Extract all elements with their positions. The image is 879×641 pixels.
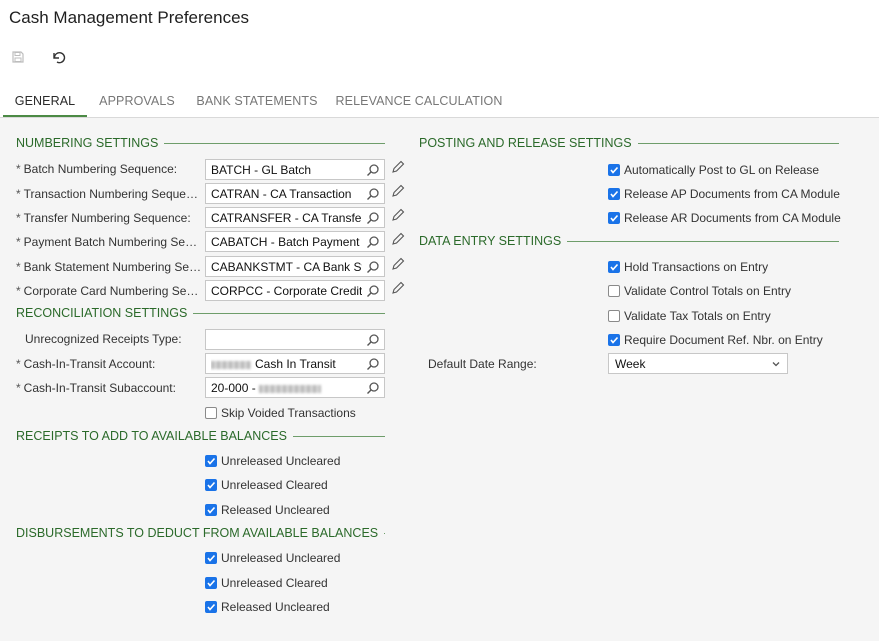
undo-icon [53, 51, 66, 64]
search-icon[interactable] [366, 163, 380, 177]
checkmark-icon[interactable] [205, 504, 217, 516]
checkmark-icon[interactable] [608, 188, 620, 200]
edit-pencil-icon[interactable] [391, 232, 405, 246]
payment-batch-numbering-field[interactable]: CABATCH - Batch Payment Number [205, 231, 385, 252]
reconciliation-settings-heading: RECONCILIATION SETTINGS [16, 306, 385, 320]
numbering-settings-heading: NUMBERING SETTINGS [16, 136, 385, 150]
search-icon[interactable] [366, 260, 380, 274]
transfer-numbering-label: * Transfer Numbering Sequence: [16, 211, 191, 225]
redacted-value [211, 360, 251, 369]
checkmark-icon[interactable] [608, 261, 620, 273]
search-icon[interactable] [366, 381, 380, 395]
disbursements-released-uncleared-checkbox[interactable]: Released Uncleared [205, 600, 330, 614]
validate-tax-totals-checkbox[interactable]: Validate Tax Totals on Entry [608, 309, 771, 323]
save-button[interactable] [8, 47, 28, 67]
edit-pencil-icon[interactable] [391, 281, 405, 295]
transfer-numbering-field[interactable]: CATRANSFER - CA Transfer [205, 207, 385, 228]
transaction-numbering-field[interactable]: CATRAN - CA Transaction [205, 183, 385, 204]
data-entry-heading: DATA ENTRY SETTINGS [419, 234, 839, 248]
redacted-value [259, 384, 322, 393]
tab-general[interactable]: GENERAL [3, 86, 87, 117]
tab-bank-statements[interactable]: BANK STATEMENTS [193, 86, 321, 117]
bank-statement-numbering-label: *Bank Statement Numbering Sequence: [16, 260, 202, 274]
disbursements-unreleased-cleared-checkbox[interactable]: Unreleased Cleared [205, 576, 328, 590]
disbursements-unreleased-uncleared-checkbox[interactable]: Unreleased Uncleared [205, 551, 340, 565]
edit-pencil-icon[interactable] [391, 208, 405, 222]
release-ar-checkbox[interactable]: Release AR Documents from CA Module [608, 211, 841, 225]
search-icon[interactable] [366, 187, 380, 201]
tab-approvals[interactable]: APPROVALS [94, 86, 180, 117]
search-icon[interactable] [366, 333, 380, 347]
checkmark-icon[interactable] [608, 212, 620, 224]
cash-in-transit-subaccount-field[interactable]: 20-000 - [205, 377, 385, 398]
checkmark-icon[interactable] [205, 479, 217, 491]
checkmark-icon[interactable] [205, 552, 217, 564]
checkbox-unchecked[interactable] [608, 285, 620, 297]
edit-pencil-icon[interactable] [391, 184, 405, 198]
corporate-card-numbering-field[interactable]: CORPCC - Corporate Credit Card [205, 280, 385, 301]
unrecognized-receipts-label: Unrecognized Receipts Type: [25, 332, 182, 346]
release-ap-checkbox[interactable]: Release AP Documents from CA Module [608, 187, 840, 201]
validate-control-totals-checkbox[interactable]: Validate Control Totals on Entry [608, 284, 791, 298]
checkbox-unchecked[interactable] [205, 407, 217, 419]
auto-post-gl-checkbox[interactable]: Automatically Post to GL on Release [608, 163, 819, 177]
cash-in-transit-account-label: * Cash-In-Transit Account: [16, 357, 156, 371]
receipts-unreleased-cleared-checkbox[interactable]: Unreleased Cleared [205, 478, 328, 492]
default-date-range-label: Default Date Range: [428, 357, 537, 371]
checkmark-icon[interactable] [608, 334, 620, 346]
general-tab-content: NUMBERING SETTINGS * Batch Numbering Sequ… [0, 118, 879, 641]
edit-pencil-icon[interactable] [391, 257, 405, 271]
undo-button[interactable] [48, 47, 68, 67]
search-icon[interactable] [366, 211, 380, 225]
corporate-card-numbering-label: *Corporate Card Numbering Sequence: [16, 284, 202, 298]
search-icon[interactable] [366, 284, 380, 298]
bank-statement-numbering-field[interactable]: CABANKSTMT - CA Bank Statement [205, 256, 385, 277]
tab-bar: GENERAL APPROVALS BANK STATEMENTS RELEVA… [0, 86, 879, 118]
unrecognized-receipts-field[interactable] [205, 329, 385, 350]
default-date-range-select[interactable]: Week [608, 353, 788, 374]
checkmark-icon[interactable] [205, 455, 217, 467]
disbursements-heading: DISBURSEMENTS TO DEDUCT FROM AVAILABLE B… [16, 526, 385, 540]
receipts-heading: RECEIPTS TO ADD TO AVAILABLE BALANCES [16, 429, 385, 443]
posting-release-heading: POSTING AND RELEASE SETTINGS [419, 136, 839, 150]
payment-batch-numbering-label: *Payment Batch Numbering Sequence: [16, 235, 202, 249]
require-doc-ref-checkbox[interactable]: Require Document Ref. Nbr. on Entry [608, 333, 823, 347]
cash-in-transit-account-field[interactable]: Cash In Transit [205, 353, 385, 374]
cash-in-transit-subaccount-label: * Cash-In-Transit Subaccount: [16, 381, 176, 395]
search-icon[interactable] [366, 357, 380, 371]
tab-relevance-calculation[interactable]: RELEVANCE CALCULATION [333, 86, 505, 117]
receipts-released-uncleared-checkbox[interactable]: Released Uncleared [205, 503, 330, 517]
hold-transactions-checkbox[interactable]: Hold Transactions on Entry [608, 260, 768, 274]
transaction-numbering-label: * Transaction Numbering Sequence: [16, 187, 202, 201]
checkmark-icon[interactable] [205, 577, 217, 589]
edit-pencil-icon[interactable] [391, 160, 405, 174]
save-icon [12, 51, 24, 63]
checkmark-icon[interactable] [205, 601, 217, 613]
search-icon[interactable] [366, 235, 380, 249]
batch-numbering-field[interactable]: BATCH - GL Batch [205, 159, 385, 180]
chevron-down-icon [772, 362, 780, 367]
batch-numbering-label: * Batch Numbering Sequence: [16, 162, 178, 176]
checkmark-icon[interactable] [608, 164, 620, 176]
receipts-unreleased-uncleared-checkbox[interactable]: Unreleased Uncleared [205, 454, 340, 468]
page-title: Cash Management Preferences [9, 8, 250, 27]
checkbox-unchecked[interactable] [608, 310, 620, 322]
skip-voided-checkbox[interactable]: Skip Voided Transactions [205, 406, 356, 420]
